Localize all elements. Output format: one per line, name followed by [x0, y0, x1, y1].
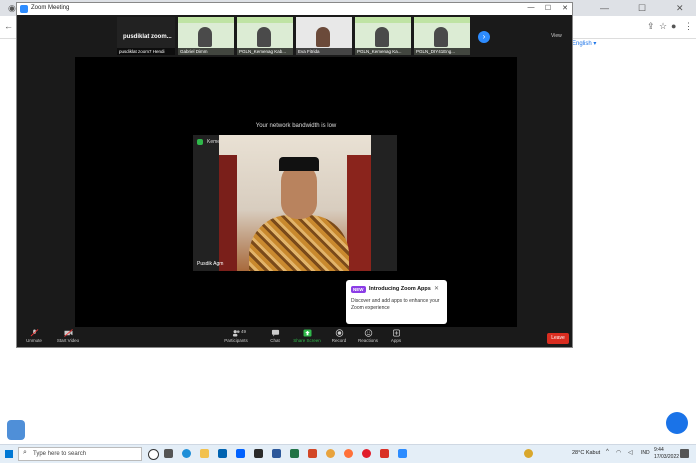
shield-icon	[197, 139, 203, 145]
shield-extension-icon[interactable]	[7, 420, 25, 440]
pdf-icon[interactable]	[380, 449, 389, 458]
close-button[interactable]: ✕	[557, 4, 573, 12]
self-name: pusdiklat zoom...	[123, 34, 172, 40]
taskbar-search-box[interactable]: ⌕ Type here to search	[18, 447, 142, 461]
zoom-titlebar: Zoom Meeting — ☐ ✕	[17, 3, 572, 15]
profile-icon[interactable]: ●	[671, 21, 676, 31]
clock-time[interactable]: 9:44	[654, 447, 664, 453]
wifi-icon[interactable]: ◠	[616, 449, 621, 456]
apps-icon	[392, 329, 400, 337]
weather-icon[interactable]	[524, 449, 533, 458]
bandwidth-warning: Your network bandwidth is low	[255, 123, 337, 129]
thumbnail-caption: pusdiklat zoom7 Hendi	[117, 48, 175, 55]
share-screen-button[interactable]: Share Screen	[293, 329, 321, 343]
notification-icon[interactable]	[680, 449, 689, 458]
language-indicator[interactable]: IND	[641, 450, 650, 456]
apps-button[interactable]: Apps	[387, 329, 405, 343]
participant-strip: pusdiklat zoom... pusdiklat zoom7 Hendi …	[17, 15, 572, 59]
excel-icon[interactable]	[290, 449, 299, 458]
chrome-icon[interactable]	[326, 449, 335, 458]
tray-chevron-icon[interactable]: ^	[606, 449, 609, 455]
meeting-toolbar: Unmute Start Video Participants 49 Chat …	[17, 327, 572, 347]
popup-title: Introducing Zoom Apps	[369, 286, 431, 292]
chat-icon	[271, 329, 279, 337]
browser-profile-icon[interactable]: ◉	[8, 3, 16, 13]
menu-dots-icon[interactable]: ⋮	[684, 21, 693, 31]
cortana-icon[interactable]	[148, 449, 159, 460]
start-video-button[interactable]: Start Video	[55, 329, 81, 343]
file-explorer-icon[interactable]	[200, 449, 209, 458]
participants-icon	[232, 330, 240, 337]
reactions-icon	[364, 329, 372, 337]
windows-taskbar: ⌕ Type here to search 28°C Kabut ^ ◠ ◁ I…	[0, 444, 696, 463]
browser-close-icon[interactable]: ✕	[676, 3, 684, 13]
main-video-area: Your network bandwidth is low Kemenag Pu…	[75, 57, 517, 327]
zoom-apps-popup[interactable]: NEW Introducing Zoom Apps ✕ Discover and…	[346, 280, 447, 324]
edge-icon[interactable]	[182, 449, 191, 458]
windows-start-icon[interactable]	[5, 450, 13, 458]
participant-thumbnail[interactable]: Eva Fitrida	[296, 17, 352, 55]
store-icon[interactable]	[218, 449, 227, 458]
record-button[interactable]: Record	[329, 329, 349, 343]
muted-mic-icon	[30, 329, 38, 337]
clock-date[interactable]: 17/03/2022	[654, 454, 679, 460]
popup-close-icon[interactable]: ✕	[434, 285, 439, 292]
participant-count: 49	[241, 329, 247, 334]
self-name-tile[interactable]: pusdiklat zoom... pusdiklat zoom7 Hendi	[117, 17, 175, 55]
thumbnail-caption: Gabriel Dimm	[178, 48, 234, 55]
word-icon[interactable]	[272, 449, 281, 458]
dropbox-icon[interactable]	[236, 449, 245, 458]
record-icon	[335, 329, 343, 337]
unmute-button[interactable]: Unmute	[23, 329, 45, 343]
task-view-icon[interactable]	[164, 449, 173, 458]
share-icon[interactable]: ⇪	[647, 21, 655, 31]
thumbnail-caption: Eva Fitrida	[296, 48, 352, 55]
window-title: Zoom Meeting	[31, 5, 70, 11]
language-link[interactable]: English ▾	[572, 40, 596, 47]
firefox-icon[interactable]	[344, 449, 353, 458]
browser-minimize-icon[interactable]: —	[600, 3, 609, 13]
star-icon[interactable]: ☆	[659, 21, 667, 31]
participant-thumbnail[interactable]: PGLN_Kemenag Kab...	[237, 17, 293, 55]
view-button[interactable]: View	[551, 33, 562, 39]
participant-thumbnail[interactable]: Gabriel Dimm	[178, 17, 234, 55]
chat-button[interactable]: Chat	[265, 329, 285, 343]
opera-icon[interactable]	[362, 449, 371, 458]
reactions-button[interactable]: Reactions	[357, 329, 379, 343]
popup-body: Discover and add apps to enhance your Zo…	[351, 298, 440, 311]
thumbnail-caption: PGLN_Kemenag Kab...	[237, 48, 293, 55]
leave-button[interactable]: Leave	[547, 333, 569, 344]
powerpoint-icon[interactable]	[308, 449, 317, 458]
next-page-arrow-icon[interactable]: ›	[478, 31, 490, 43]
thumbnail-caption: PGLN_DIY41Eng...	[414, 48, 470, 55]
speaker-video	[219, 135, 371, 271]
participant-thumbnail[interactable]: PGLN_DIY41Eng...	[414, 17, 470, 55]
participant-thumbnail[interactable]: PGLN_Kemenag Ka...	[355, 17, 411, 55]
new-badge: NEW	[351, 286, 366, 293]
zoom-taskbar-icon[interactable]	[398, 449, 407, 458]
chat-bubble-icon[interactable]	[666, 412, 688, 434]
speaker-name: Pusdik Agm	[197, 261, 224, 267]
zoom-logo-icon	[20, 5, 28, 13]
maximize-button[interactable]: ☐	[540, 4, 556, 12]
browser-maximize-icon[interactable]: ☐	[638, 3, 646, 13]
active-speaker-tile[interactable]: Kemenag Pusdik Agm	[193, 135, 397, 271]
share-screen-icon	[303, 329, 311, 337]
search-icon: ⌕	[23, 449, 27, 456]
app-icon[interactable]	[254, 449, 263, 458]
weather-status[interactable]: 28°C Kabut	[572, 450, 600, 456]
zoom-window: Zoom Meeting — ☐ ✕ pusdiklat zoom... pus…	[16, 2, 573, 348]
minimize-button[interactable]: —	[523, 4, 539, 11]
search-placeholder: Type here to search	[33, 451, 87, 457]
video-off-icon	[63, 329, 73, 337]
volume-icon[interactable]: ◁	[628, 449, 633, 456]
back-arrow-icon[interactable]: ←	[4, 21, 13, 31]
thumbnail-caption: PGLN_Kemenag Ka...	[355, 48, 411, 55]
